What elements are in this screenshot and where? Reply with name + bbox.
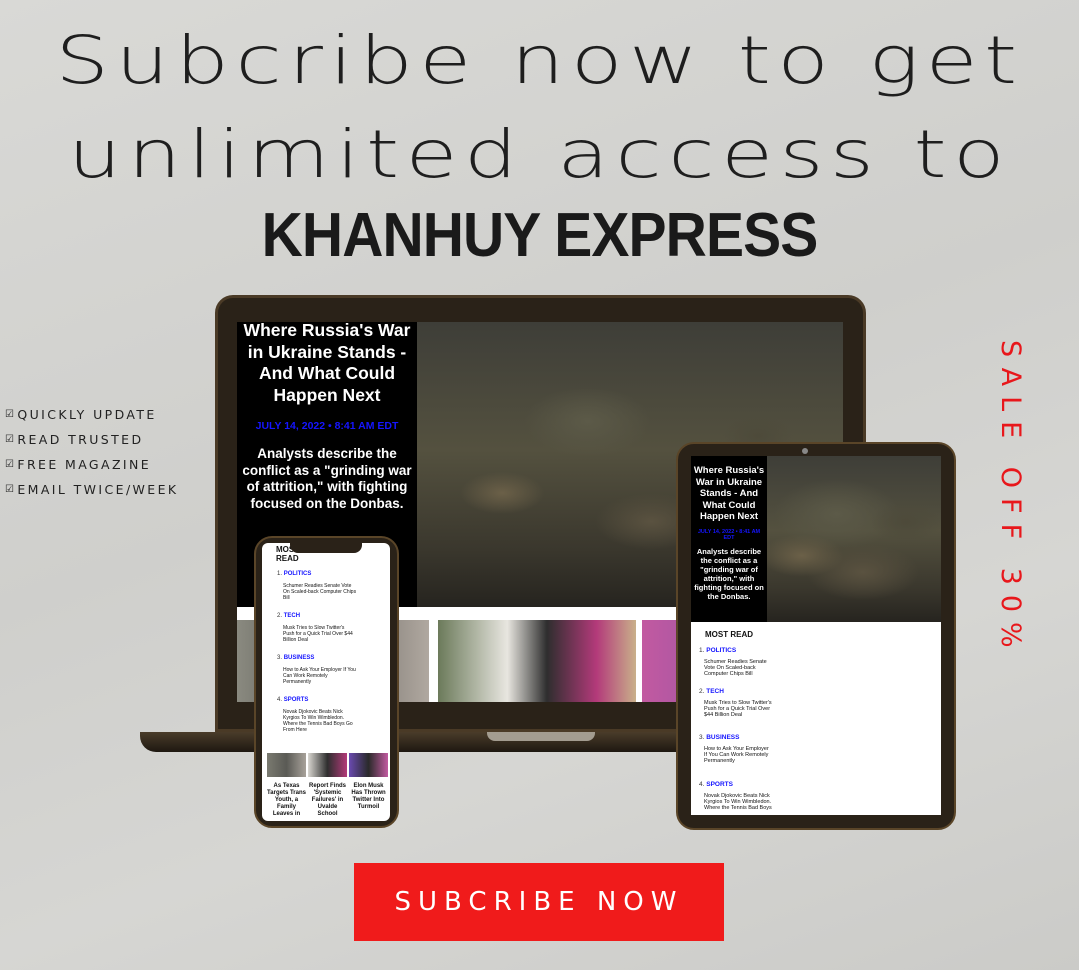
- checkbox-icon: ☑: [5, 459, 17, 470]
- article-hero-image[interactable]: [767, 456, 941, 622]
- feature-item: ☑ FREE MAGAZINE: [5, 457, 152, 472]
- checkbox-icon: ☑: [5, 434, 17, 445]
- laptop-notch: [487, 732, 595, 741]
- camera-icon: [802, 448, 808, 454]
- subscribe-button[interactable]: SUBCRIBE NOW: [354, 863, 724, 941]
- article-title[interactable]: Where Russia's War in Ukraine Stands - A…: [241, 322, 413, 406]
- feature-item: ☑ QUICKLY UPDATE: [5, 407, 157, 422]
- news-card[interactable]: Elon Musk Has Thrown Twitter Into Turmoi…: [349, 783, 388, 811]
- article-date: JULY 14, 2022 • 8:41 AM EDT: [697, 528, 761, 541]
- list-item[interactable]: 3. BUSINESS How to Ask Your Employer If …: [277, 655, 357, 697]
- headline-line-2: unlimited access to: [67, 116, 1012, 193]
- checkbox-icon: ☑: [5, 409, 17, 420]
- list-item[interactable]: 3. BUSINESS How to Ask Your Employer If …: [699, 734, 773, 781]
- tablet-screen: Where Russia's War in Ukraine Stands - A…: [691, 456, 941, 815]
- article-summary: Analysts describe the conflict as a "gri…: [694, 546, 764, 601]
- brand-title: KHANHUY EXPRESS: [261, 201, 819, 270]
- news-card[interactable]: Report Finds 'Systemic Failures' in Uval…: [308, 783, 347, 818]
- list-item[interactable]: 2. TECH Musk Tries to Slow Twitter's Pus…: [699, 688, 773, 734]
- phone-notch: [290, 542, 362, 553]
- feature-list: ☑ QUICKLY UPDATE ☑ READ TRUSTED ☑ FREE MAGA…: [5, 402, 179, 502]
- article-panel: Where Russia's War in Ukraine Stands - A…: [691, 456, 767, 622]
- most-read-list: 1. POLITICS Schumer Readies Senate Vote …: [277, 571, 357, 747]
- article-title[interactable]: Where Russia's War in Ukraine Stands - A…: [693, 465, 765, 523]
- headline-line-1: Subcribe now to get: [55, 22, 1024, 99]
- list-item[interactable]: 4. SPORTS Novak Djokovic Beats Nick Kyrg…: [699, 781, 773, 811]
- list-item[interactable]: 4. SPORTS Novak Djokovic Beats Nick Kyrg…: [277, 697, 357, 747]
- list-item[interactable]: 2. TECH Musk Tries to Slow Twitter's Pus…: [277, 613, 357, 655]
- list-item[interactable]: 1. POLITICS Schumer Readies Senate Vote …: [699, 647, 773, 688]
- thumbnail-image[interactable]: [349, 753, 388, 777]
- thumbnail-image[interactable]: [267, 753, 306, 777]
- most-read-list: 1. POLITICS Schumer Readies Senate Vote …: [699, 647, 773, 811]
- sale-badge: SALE OFF 30%: [995, 340, 1026, 658]
- most-read-title: MOST READ: [705, 630, 753, 639]
- news-card[interactable]: As Texas Targets Trans Youth, a Family L…: [267, 783, 306, 818]
- feature-item: ☑ EMAIL TWICE/WEEK: [5, 482, 179, 497]
- thumbnail-image[interactable]: [308, 753, 347, 777]
- feature-item: ☑ READ TRUSTED: [5, 432, 144, 447]
- phone-screen: MOST READ 1. POLITICS Schumer Readies Se…: [262, 543, 390, 821]
- list-item[interactable]: 1. POLITICS Schumer Readies Senate Vote …: [277, 571, 357, 613]
- thumbnail-image[interactable]: [438, 620, 636, 702]
- article-summary: Analysts describe the conflict as a "gri…: [242, 446, 412, 511]
- article-date: JULY 14, 2022 • 8:41 AM EDT: [255, 420, 399, 432]
- checkbox-icon: ☑: [5, 484, 17, 495]
